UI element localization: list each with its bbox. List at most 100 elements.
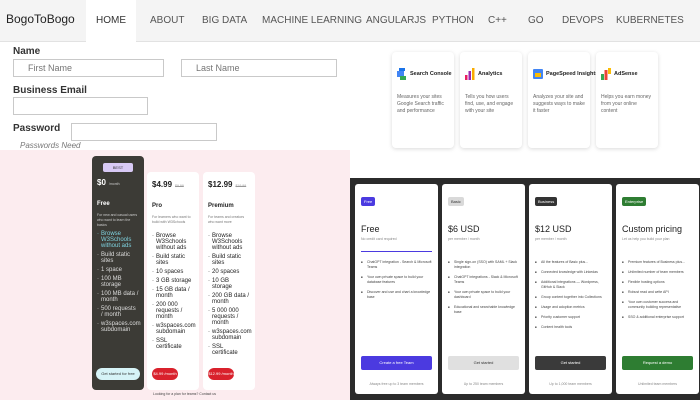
feature-list: ChatGPT integration - Search & Microsoft… bbox=[361, 260, 432, 300]
pricing-card-business: Business $12 USD per member / month All … bbox=[529, 184, 612, 394]
nav-item-big-data[interactable]: BIG DATA bbox=[202, 0, 247, 42]
feature-item: Build static sites bbox=[208, 254, 250, 266]
feature-item: Group content together into Collections bbox=[535, 295, 606, 300]
analytics-icon bbox=[465, 68, 475, 80]
first-name-input[interactable] bbox=[13, 59, 164, 77]
feature-item: Robust read and write API bbox=[622, 290, 693, 295]
nav-menu: HOME ABOUT BIG DATA MACHINE LEARNING ANG… bbox=[86, 0, 684, 42]
tool-name: PageSpeed Insights bbox=[546, 71, 599, 77]
tool-card-adsense[interactable]: AdSense Helps you earn money from your o… bbox=[596, 52, 658, 148]
adsense-icon bbox=[601, 68, 611, 80]
plan-price: $0 bbox=[97, 178, 106, 187]
business-email-label: Business Email bbox=[13, 85, 87, 96]
feature-item: ChatGPT integration - Search & Microsoft… bbox=[361, 260, 432, 270]
google-tools-panel: Search Console Measures your sites Googl… bbox=[350, 42, 700, 178]
feature-list: Single sign-on (SSO) with SAML + Slack i… bbox=[448, 260, 519, 315]
feature-list: All the features of Basic plus... Connec… bbox=[535, 260, 606, 330]
plan-subtitle: per member / month bbox=[448, 237, 480, 241]
tool-card-pagespeed[interactable]: PageSpeed Insights Analyzes your site an… bbox=[528, 52, 598, 148]
nav-item-home[interactable]: HOME bbox=[86, 0, 136, 42]
plan-title: Free bbox=[361, 224, 380, 234]
tool-description: Helps you earn money from your online co… bbox=[601, 94, 652, 114]
nav-item-machine-learning[interactable]: MACHINE LEARNING bbox=[262, 0, 362, 42]
feature-item: Browse W3Schools without ads bbox=[97, 231, 139, 249]
feature-item: 1 space bbox=[97, 267, 139, 273]
get-started-business-button[interactable]: Get started bbox=[535, 356, 606, 370]
feature-item: ChatGPT integrations - Slack & Microsoft… bbox=[448, 275, 519, 285]
search-console-icon bbox=[397, 68, 406, 80]
get-started-free-button[interactable]: Get started for free bbox=[96, 368, 140, 380]
feature-item: Single sign-on (SSO) with SAML + Slack i… bbox=[448, 260, 519, 270]
feature-list: Premium features of Business plus... Unl… bbox=[622, 260, 693, 320]
feature-item: Priority customer support bbox=[535, 315, 606, 320]
feature-item: Build static sites bbox=[152, 254, 194, 266]
feature-list: Browse W3Schools without ads Build stati… bbox=[208, 233, 252, 356]
nav-item-go[interactable]: GO bbox=[528, 0, 544, 42]
top-nav: BogoToBogo HOME ABOUT BIG DATA MACHINE L… bbox=[0, 0, 700, 42]
buy-pro-button[interactable]: $4.99 /month bbox=[152, 368, 178, 380]
buy-premium-button[interactable]: $12.99 /month bbox=[208, 368, 234, 380]
tool-card-search-console[interactable]: Search Console Measures your sites Googl… bbox=[392, 52, 454, 148]
feature-item: 200 GB data / month bbox=[208, 293, 250, 305]
feature-item: 15 GB data / month bbox=[152, 287, 194, 299]
tool-name: AdSense bbox=[614, 71, 638, 77]
plan-badge: Enterprise bbox=[622, 197, 647, 206]
nav-item-about[interactable]: ABOUT bbox=[150, 0, 186, 42]
business-email-input[interactable] bbox=[13, 97, 148, 115]
nav-item-devops[interactable]: DEVOPS bbox=[562, 0, 604, 42]
saas-pricing-panel: Free Free No credit card required ChatGP… bbox=[350, 178, 700, 400]
nav-item-python[interactable]: PYTHON bbox=[432, 0, 476, 42]
plan-subtitle: Let us help you build your plan bbox=[622, 237, 670, 241]
password-hint: Passwords Need bbox=[20, 141, 81, 150]
old-price: $19.99 bbox=[235, 184, 247, 188]
feature-item: SSL certificate bbox=[152, 338, 194, 350]
feature-item: Browse W3Schools without ads bbox=[208, 233, 250, 251]
plan-badge: Basic bbox=[448, 197, 464, 206]
plan-title: $12 USD bbox=[535, 224, 572, 234]
feature-list: Browse W3Schools without ads Build stati… bbox=[97, 231, 141, 333]
feature-item: 200 000 requests / month bbox=[152, 302, 194, 320]
feature-item: Your own private space to build your das… bbox=[448, 290, 519, 300]
feature-item: 20 spaces bbox=[208, 269, 250, 275]
plan-name: Free bbox=[97, 201, 110, 207]
request-demo-button[interactable]: Request a demo bbox=[622, 356, 693, 370]
nav-item-angularjs[interactable]: ANGULARJS bbox=[366, 0, 426, 42]
signup-form: Name Business Email Password Passwords N… bbox=[0, 42, 350, 150]
last-name-input[interactable] bbox=[181, 59, 337, 77]
plan-title: $6 USD bbox=[448, 224, 480, 234]
nav-item-cpp[interactable]: C++ bbox=[488, 0, 508, 42]
teams-note[interactable]: Looking for a plan for teams? Contact us bbox=[153, 392, 216, 396]
price-period: /month bbox=[108, 182, 120, 186]
feature-item: w3spaces.com subdomain bbox=[152, 323, 196, 335]
create-free-team-button[interactable]: Create a free Team bbox=[361, 356, 432, 370]
feature-item: Educational and searchable knowledge bas… bbox=[448, 305, 519, 315]
feature-item: Connected knowledge with Linkedas bbox=[535, 270, 606, 275]
tool-card-analytics[interactable]: Analytics Tells you how users find, use,… bbox=[460, 52, 522, 148]
nav-item-kubernetes[interactable]: KUBERNETES bbox=[616, 0, 684, 42]
tool-description: Tells you how users find, use, and engag… bbox=[465, 94, 514, 114]
feature-item: Additional integrations — Wordpress, Git… bbox=[535, 280, 606, 290]
w3-plan-card-pro: $4.99 $9.99 Pro For learners who want to… bbox=[147, 172, 199, 390]
plan-badge: Free bbox=[361, 197, 376, 206]
w3-plan-card-premium: $12.99 $19.99 Premium For teams and crea… bbox=[203, 172, 255, 390]
divider bbox=[535, 251, 606, 252]
best-badge: BEST bbox=[103, 163, 133, 172]
feature-item: Premium features of Business plus... bbox=[622, 260, 693, 265]
old-price: $9.99 bbox=[175, 184, 184, 188]
feature-item: 3 GB storage bbox=[152, 278, 194, 284]
feature-item: SSO & additional enterprise support bbox=[622, 315, 693, 320]
password-input[interactable] bbox=[71, 123, 217, 141]
feature-item: Build static sites bbox=[97, 252, 139, 264]
plan-footnote: Up to 1,000 team members bbox=[549, 382, 592, 386]
plan-price: $4.99 bbox=[152, 180, 173, 189]
divider bbox=[448, 251, 519, 252]
feature-item: Your own private space to build your dat… bbox=[361, 275, 432, 285]
get-started-basic-button[interactable]: Get started bbox=[448, 356, 519, 370]
feature-list: Browse W3Schools without ads Build stati… bbox=[152, 233, 196, 350]
feature-item: 500 requests / month bbox=[97, 306, 139, 318]
divider bbox=[361, 251, 432, 252]
password-label: Password bbox=[13, 123, 61, 134]
brand-logo[interactable]: BogoToBogo bbox=[6, 12, 75, 26]
feature-item: Usage and adoption metrics bbox=[535, 305, 606, 310]
pricing-card-free: Free Free No credit card required ChatGP… bbox=[355, 184, 438, 394]
